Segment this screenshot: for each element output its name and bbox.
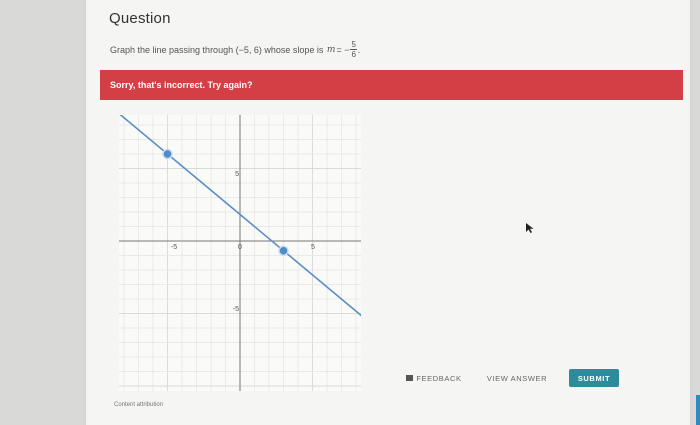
flag-icon [406, 375, 414, 381]
incorrect-message: Sorry, that's incorrect. Try again? [110, 80, 253, 90]
slope-numerator: 5 [350, 40, 357, 50]
prompt-period: . [357, 44, 361, 55]
slope-fraction: 5 6 [350, 40, 357, 59]
feedback-label: FEEDBACK [416, 373, 462, 383]
tick-label-y-pos5: 5 [235, 171, 239, 178]
prompt-text: Graph the line passing through (−5, 6) w… [110, 44, 324, 55]
tick-label-x-neg5: -5 [171, 244, 177, 251]
plotted-point[interactable] [162, 148, 173, 160]
question-heading: Question [109, 10, 171, 27]
mouse-cursor-icon [526, 223, 534, 233]
feedback-button[interactable]: FEEDBACK [399, 369, 469, 387]
equals-sign: = − [336, 44, 350, 55]
submit-label: SUBMIT [577, 373, 611, 383]
scrollbar-accent [696, 395, 700, 425]
view-answer-button[interactable]: VIEW ANSWER [481, 369, 553, 387]
question-prompt: Graph the line passing through (−5, 6) w… [110, 40, 360, 59]
incorrect-banner: Sorry, that's incorrect. Try again? [100, 70, 683, 100]
submit-button[interactable]: SUBMIT [569, 369, 619, 387]
view-answer-label: VIEW ANSWER [486, 373, 548, 383]
question-card: Question Graph the line passing through … [86, 0, 690, 425]
plotted-point[interactable] [278, 245, 289, 256]
slope-denominator: 6 [351, 50, 356, 59]
tick-label-x-pos5: 5 [311, 244, 315, 251]
coordinate-graph[interactable]: -5 0 5 5 -5 [119, 115, 361, 391]
tick-label-origin: 0 [238, 244, 242, 251]
tick-label-y-neg5: -5 [233, 306, 239, 313]
graph-panel[interactable]: -5 0 5 5 -5 [119, 115, 361, 391]
slope-variable: m [326, 44, 336, 55]
content-attribution-link[interactable]: Content attribution [114, 402, 163, 408]
